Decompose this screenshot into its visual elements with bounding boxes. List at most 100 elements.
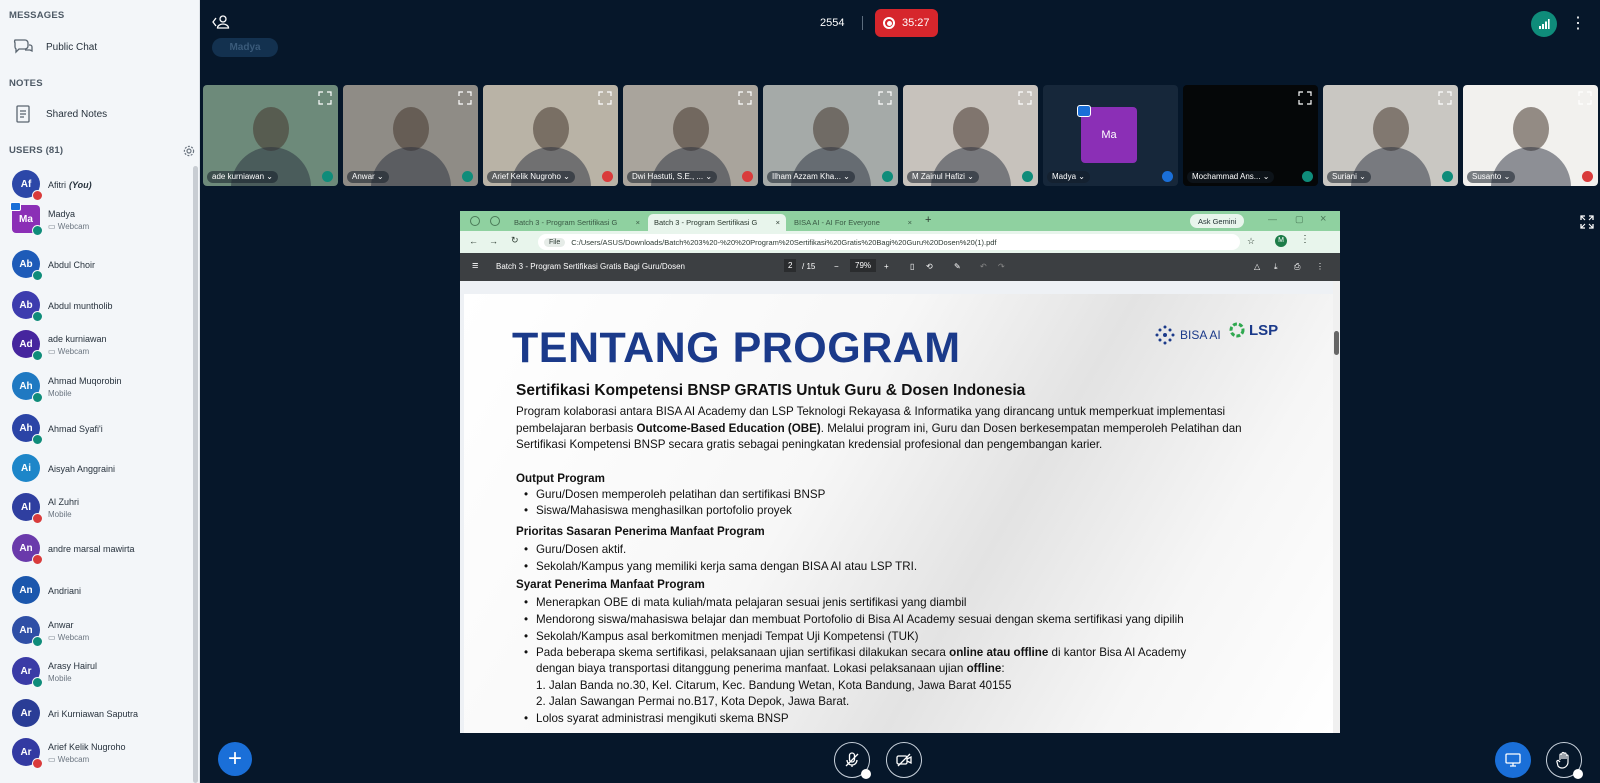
browser-tab[interactable]: BISA AI - AI For Everyone × bbox=[788, 214, 918, 231]
connection-status-icon[interactable] bbox=[1531, 11, 1557, 37]
mic-muted-button[interactable] bbox=[834, 742, 871, 779]
camera-off-button[interactable] bbox=[886, 742, 922, 778]
video-participant-name[interactable]: Suriani ⌄ bbox=[1327, 171, 1371, 183]
conference-app: MESSAGES Public Chat NOTES Shared Notes … bbox=[0, 0, 1600, 783]
reaction-dot[interactable] bbox=[1573, 769, 1583, 779]
video-participant-name[interactable]: Madya ⌄ bbox=[1047, 171, 1090, 183]
video-tile[interactable]: Ilham Azzam Kha... ⌄ bbox=[763, 85, 898, 186]
user-list-item[interactable]: An Andriani bbox=[0, 572, 196, 612]
user-list-item[interactable]: Ah Ahmad Muqorobin Mobile bbox=[0, 368, 196, 408]
video-tile[interactable]: Arief Kelik Nugroho ⌄ bbox=[483, 85, 618, 186]
user-list-item[interactable]: Ab Abdul muntholib bbox=[0, 287, 196, 327]
rotate-icon[interactable]: ⟲ bbox=[926, 262, 933, 271]
video-tile[interactable]: Mochammad Ans... ⌄ bbox=[1183, 85, 1318, 186]
expand-video-icon[interactable] bbox=[458, 91, 472, 105]
video-participant-name[interactable]: Susanto ⌄ bbox=[1467, 171, 1516, 183]
undo-icon[interactable]: ↶ bbox=[980, 262, 987, 271]
video-mic-status-icon bbox=[462, 171, 473, 182]
video-participant-name[interactable]: Mochammad Ans... ⌄ bbox=[1187, 171, 1275, 183]
fullscreen-icon[interactable] bbox=[1580, 215, 1594, 229]
print-icon[interactable]: ⎙ bbox=[1294, 262, 1300, 272]
actions-plus-button[interactable]: + bbox=[218, 742, 252, 776]
user-list-item[interactable]: Ai Aisyah Anggraini bbox=[0, 450, 196, 490]
profile-avatar[interactable]: M bbox=[1275, 235, 1287, 247]
zoom-out-icon[interactable]: − bbox=[834, 262, 839, 271]
sidebar-scrollbar[interactable] bbox=[193, 166, 198, 783]
back-arrow-icon[interactable]: ← bbox=[469, 236, 478, 246]
user-list-item[interactable]: Af Afitri (You) bbox=[0, 166, 196, 206]
pdf-more-icon[interactable]: ⋮ bbox=[1316, 262, 1324, 271]
video-participant-name[interactable]: ade kurniawan ⌄ bbox=[207, 171, 278, 183]
pdf-menu-icon[interactable]: ≡ bbox=[472, 260, 478, 272]
bookmark-icon[interactable]: ☆ bbox=[1247, 236, 1255, 247]
reload-icon[interactable]: ↻ bbox=[511, 235, 519, 246]
url-field[interactable]: File C:/Users/ASUS/Downloads/Batch%203%2… bbox=[538, 234, 1240, 250]
google-tab-icon[interactable] bbox=[490, 216, 500, 226]
minimize-icon[interactable]: — bbox=[1268, 214, 1277, 224]
browser-tab[interactable]: Batch 3 - Program Sertifikasi G × bbox=[508, 214, 646, 231]
browser-menu-icon[interactable]: ⋮ bbox=[1300, 234, 1310, 245]
public-chat-item[interactable]: Public Chat bbox=[12, 37, 97, 57]
draw-icon[interactable]: ✎ bbox=[954, 262, 961, 271]
pdf-zoom-input[interactable]: 79% bbox=[850, 259, 877, 272]
expand-video-icon[interactable] bbox=[1578, 91, 1592, 105]
video-participant-name[interactable]: M Zainul Hafizi ⌄ bbox=[907, 171, 979, 183]
video-participant-name[interactable]: Anwar ⌄ bbox=[347, 171, 389, 183]
more-options-icon[interactable]: ⋮ bbox=[1570, 13, 1586, 33]
pdf-scroll-thumb[interactable] bbox=[1334, 331, 1339, 355]
avatar: Ma bbox=[10, 202, 43, 236]
expand-video-icon[interactable] bbox=[1438, 91, 1452, 105]
user-list-item[interactable]: Al Al Zuhri Mobile bbox=[0, 489, 196, 529]
maximize-icon[interactable]: ▢ bbox=[1295, 214, 1304, 225]
shared-notes-item[interactable]: Shared Notes bbox=[12, 104, 107, 124]
video-tile[interactable]: Suriani ⌄ bbox=[1323, 85, 1458, 186]
screenshare-button[interactable] bbox=[1495, 742, 1531, 778]
close-window-icon[interactable]: × bbox=[1320, 213, 1326, 225]
toggle-userlist-icon[interactable] bbox=[211, 13, 231, 31]
expand-video-icon[interactable] bbox=[878, 91, 892, 105]
redo-icon[interactable]: ↷ bbox=[998, 262, 1005, 271]
expand-video-icon[interactable] bbox=[1298, 91, 1312, 105]
video-tile[interactable]: M Zainul Hafizi ⌄ bbox=[903, 85, 1038, 186]
user-list-item[interactable]: Ar Arief Kelik Nugroho ▭ Webcam bbox=[0, 734, 196, 774]
video-tile[interactable]: Anwar ⌄ bbox=[343, 85, 478, 186]
video-mic-status-icon bbox=[742, 171, 753, 182]
pdf-page-input[interactable]: 2 bbox=[784, 259, 797, 272]
user-list-item[interactable]: Ah Ahmad Syafi'i bbox=[0, 410, 196, 450]
whatsapp-tab-icon[interactable] bbox=[470, 216, 480, 226]
user-list-item[interactable]: Ab Abdul Choir bbox=[0, 246, 196, 286]
save-drive-icon[interactable]: △ bbox=[1254, 262, 1260, 271]
user-list-item[interactable]: An andre marsal mawirta bbox=[0, 530, 196, 570]
video-tile[interactable]: Dwi Hastuti, S.E., ... ⌄ bbox=[623, 85, 758, 186]
expand-video-icon[interactable] bbox=[318, 91, 332, 105]
forward-arrow-icon[interactable]: → bbox=[489, 236, 498, 246]
user-list-item[interactable]: Ar Arasy Hairul Mobile bbox=[0, 653, 196, 693]
expand-video-icon[interactable] bbox=[1018, 91, 1032, 105]
zoom-in-icon[interactable]: + bbox=[884, 262, 889, 271]
video-tile[interactable]: Ma Madya ⌄ bbox=[1043, 85, 1178, 186]
video-tile[interactable]: Susanto ⌄ bbox=[1463, 85, 1598, 186]
doc-subheading: Sertifikasi Kompetensi BNSP GRATIS Untuk… bbox=[516, 382, 1026, 399]
video-participant-name[interactable]: Arief Kelik Nugroho ⌄ bbox=[487, 171, 575, 183]
expand-video-icon[interactable] bbox=[738, 91, 752, 105]
users-settings-gear-icon[interactable] bbox=[182, 144, 196, 158]
mic-settings-dot[interactable] bbox=[861, 769, 871, 779]
user-list-item[interactable]: An Anwar ▭ Webcam bbox=[0, 612, 196, 652]
browser-tab-active[interactable]: Batch 3 - Program Sertifikasi G × bbox=[648, 214, 786, 231]
expand-video-icon[interactable] bbox=[598, 91, 612, 105]
recording-button[interactable]: 35:27 bbox=[875, 9, 938, 37]
video-tile[interactable]: ade kurniawan ⌄ bbox=[203, 85, 338, 186]
user-list-item[interactable]: Ma Madya ▭ Webcam bbox=[0, 201, 196, 241]
raise-hand-button[interactable] bbox=[1546, 742, 1583, 779]
video-participant-name[interactable]: Ilham Azzam Kha... ⌄ bbox=[767, 171, 855, 183]
avatar-initials: Ai bbox=[21, 462, 31, 474]
video-participant-name[interactable]: Dwi Hastuti, S.E., ... ⌄ bbox=[627, 171, 718, 183]
user-status: Mobile bbox=[48, 674, 72, 683]
download-icon[interactable]: ⤓ bbox=[1274, 262, 1278, 272]
ask-gemini-button[interactable]: Ask Gemini bbox=[1190, 214, 1245, 228]
mic-listening-badge-icon bbox=[32, 311, 43, 322]
fit-page-icon[interactable]: ▯ bbox=[910, 262, 914, 271]
user-list-item[interactable]: Ad ade kurniawan ▭ Webcam bbox=[0, 326, 196, 366]
new-tab-icon[interactable]: + bbox=[925, 214, 931, 226]
user-list-item[interactable]: Ar Ari Kurniawan Saputra bbox=[0, 695, 196, 735]
